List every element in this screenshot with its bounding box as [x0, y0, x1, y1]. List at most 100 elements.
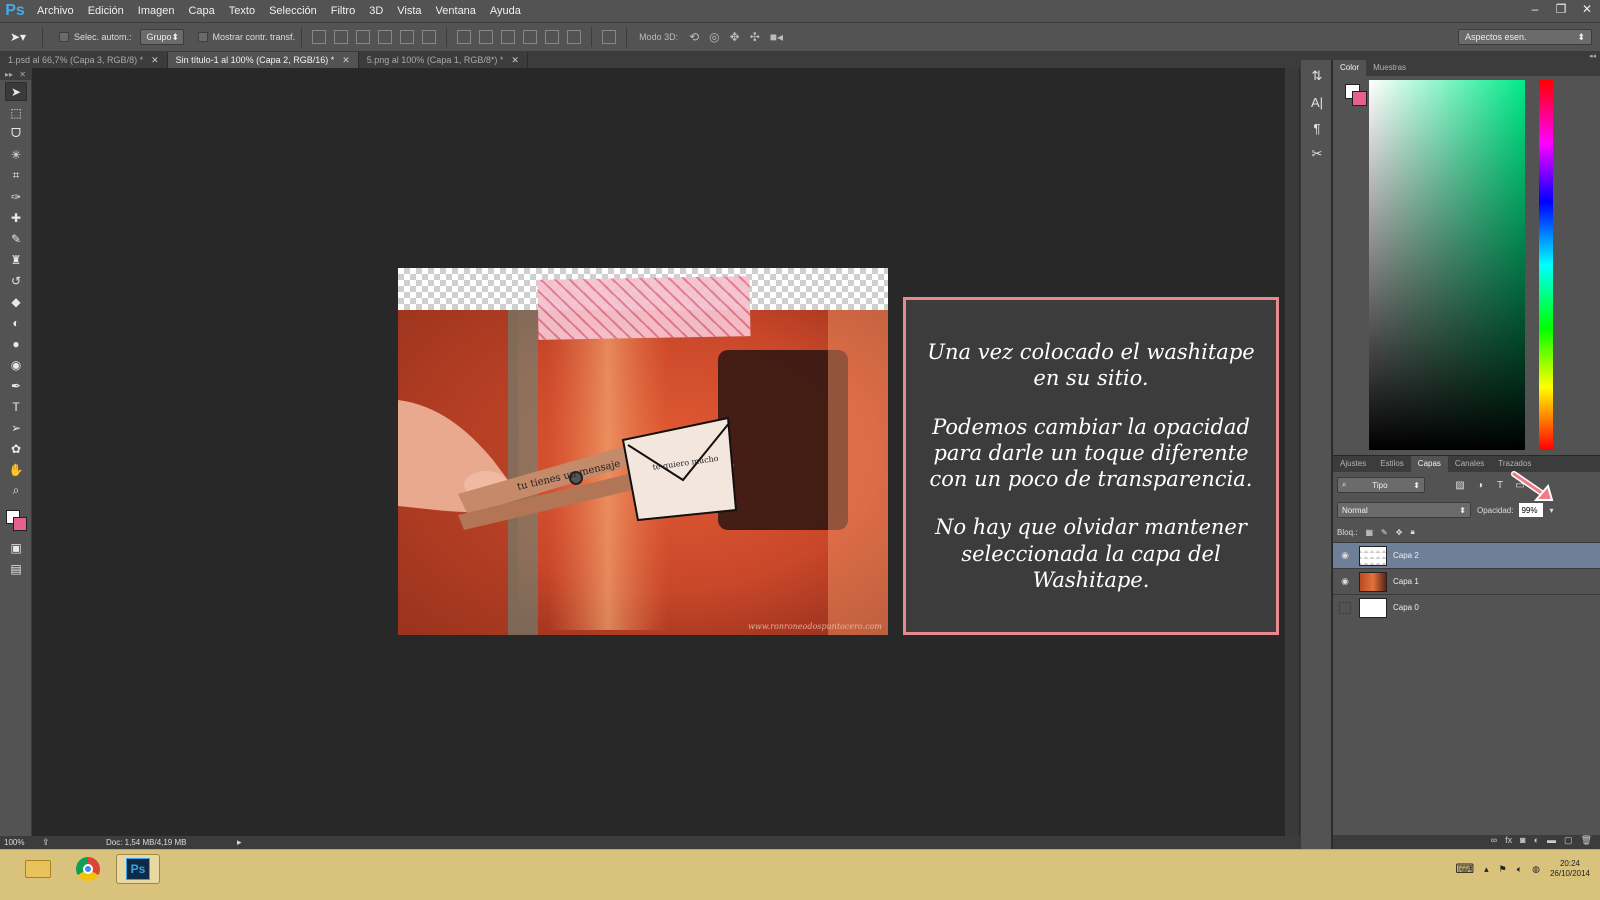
tab-layers[interactable]: Capas — [1410, 456, 1448, 472]
zoom-level[interactable]: 100% — [4, 838, 24, 847]
tab-doc-3[interactable]: 5.png al 100% (Capa 1, RGB/8*) * ✕ — [359, 52, 528, 68]
lock-paint-icon[interactable]: ✎ — [1381, 528, 1388, 537]
filter-pixel-icon[interactable]: ▨ — [1453, 478, 1467, 492]
minimize-button[interactable]: – — [1522, 0, 1548, 18]
distribute-vcenter-icon[interactable] — [479, 30, 494, 44]
close-icon[interactable]: ✕ — [342, 55, 350, 66]
eraser-tool-icon[interactable]: ◆ — [5, 292, 27, 311]
menu-seleccion[interactable]: Selección — [262, 0, 324, 22]
align-right-icon[interactable] — [422, 30, 437, 44]
drag-3d-icon[interactable]: ✥ — [730, 30, 740, 44]
magic-wand-tool-icon[interactable]: ✳ — [5, 145, 27, 164]
new-layer-icon[interactable]: ▢ — [1564, 835, 1573, 849]
auto-align-icon[interactable] — [602, 30, 617, 44]
tab-styles[interactable]: Estilos — [1373, 456, 1411, 472]
align-left-icon[interactable] — [378, 30, 393, 44]
menu-ventana[interactable]: Ventana — [429, 0, 483, 22]
menu-texto[interactable]: Texto — [222, 0, 262, 22]
move-tool-icon[interactable]: ➤ — [5, 82, 27, 101]
color-picker-field[interactable] — [1369, 80, 1525, 450]
paragraph-panel-icon[interactable]: ¶ — [1306, 118, 1328, 138]
stamp-tool-icon[interactable]: ♜ — [5, 250, 27, 269]
tab-doc-1[interactable]: 1.psd al 66,7% (Capa 3, RGB/8) * ✕ — [0, 52, 168, 68]
history-panel-icon[interactable]: ⇅ — [1306, 66, 1328, 86]
scale-3d-icon[interactable]: ■◂ — [770, 30, 783, 44]
folder-icon[interactable]: ▬ — [1547, 835, 1556, 849]
shape-tool-icon[interactable]: ✿ — [5, 439, 27, 458]
distribute-right-icon[interactable] — [567, 30, 582, 44]
tab-color[interactable]: Color — [1333, 60, 1367, 76]
tab-adjustments[interactable]: Ajustes — [1333, 456, 1373, 472]
panel-background-swatch[interactable] — [1352, 91, 1367, 106]
paint-bucket-tool-icon[interactable]: ◐ — [5, 313, 27, 332]
layer-filter-dropdown[interactable]: ⌕ Tipo ⬍ — [1337, 477, 1425, 493]
tab-doc-2[interactable]: Sin título-1 al 100% (Capa 2, RGB/16) * ✕ — [167, 52, 359, 68]
pen-tool-icon[interactable]: ✒ — [5, 376, 27, 395]
zoom-tool-icon[interactable]: ⌕ — [5, 481, 27, 500]
network-icon[interactable]: ◍ — [1532, 864, 1540, 875]
photoshop-taskbar-button[interactable]: Ps — [116, 854, 160, 884]
layer-row[interactable]: ◉ Capa 0 — [1333, 594, 1600, 620]
explorer-icon[interactable] — [16, 854, 60, 884]
marquee-tool-icon[interactable]: ⬚ — [5, 103, 27, 122]
lock-all-icon[interactable]: 🔒︎ — [1410, 527, 1414, 537]
type-tool-icon[interactable]: T — [5, 397, 27, 416]
collapse-icon[interactable]: ▸▸ — [5, 70, 13, 79]
checkbox-box[interactable] — [197, 32, 208, 42]
move-tool-preset-icon[interactable]: ➤▾ — [0, 30, 36, 44]
blur-tool-icon[interactable]: ● — [5, 334, 27, 353]
history-brush-tool-icon[interactable]: ↺ — [5, 271, 27, 290]
auto-select-checkbox[interactable]: Selec. autom.: — [59, 32, 132, 42]
link-icon[interactable]: ∞ — [1491, 835, 1497, 849]
close-button[interactable]: ✕ — [1574, 0, 1600, 18]
eyedropper-tool-icon[interactable]: ✑ — [5, 187, 27, 206]
restore-button[interactable]: ❐ — [1548, 0, 1574, 18]
close-icon[interactable]: ✕ — [19, 70, 26, 79]
layer-row[interactable]: ◉ Capa 1 — [1333, 568, 1600, 594]
fx-icon[interactable]: fx — [1505, 835, 1512, 849]
menu-3d[interactable]: 3D — [362, 0, 390, 22]
character-panel-icon[interactable]: A| — [1306, 92, 1328, 112]
menu-edicion[interactable]: Edición — [81, 0, 131, 22]
checkbox-box[interactable] — [59, 32, 69, 42]
opacity-dropdown-icon[interactable]: ▾ — [1549, 506, 1553, 515]
menu-filtro[interactable]: Filtro — [324, 0, 362, 22]
hue-slider[interactable] — [1539, 80, 1553, 450]
align-hcenter-icon[interactable] — [400, 30, 415, 44]
close-icon[interactable]: ✕ — [511, 55, 519, 66]
distribute-hcenter-icon[interactable] — [545, 30, 560, 44]
filter-type-icon[interactable]: T — [1493, 478, 1507, 492]
eye-hidden-icon[interactable]: ◉ — [1339, 601, 1351, 614]
export-icon[interactable]: ⇪ — [42, 837, 50, 848]
keyboard-icon[interactable]: ⌨ — [1455, 861, 1474, 877]
layer-row[interactable]: ◉ Capa 2 — [1333, 542, 1600, 568]
vertical-scrollbar[interactable] — [1285, 68, 1299, 836]
filter-adjustment-icon[interactable]: ◑ — [1473, 478, 1487, 492]
status-menu-arrow-icon[interactable]: ▸ — [237, 837, 242, 848]
rotate-3d-icon[interactable]: ⟲ — [689, 30, 699, 44]
menu-archivo[interactable]: Archivo — [30, 0, 81, 22]
eye-icon[interactable]: ◉ — [1337, 548, 1353, 564]
mask-icon[interactable]: ◙ — [1520, 835, 1525, 849]
align-bottom-icon[interactable] — [356, 30, 371, 44]
distribute-bottom-icon[interactable] — [501, 30, 516, 44]
workspace-dropdown[interactable]: Aspectos esen. ⬍ — [1458, 29, 1592, 45]
distribute-top-icon[interactable] — [457, 30, 472, 44]
chrome-icon[interactable] — [66, 854, 110, 884]
crop-tool-icon[interactable]: ⌗ — [5, 166, 27, 185]
distribute-left-icon[interactable] — [523, 30, 538, 44]
hand-tool-icon[interactable]: ✋ — [5, 460, 27, 479]
quick-mask-icon[interactable]: ▣ — [5, 538, 27, 557]
healing-brush-tool-icon[interactable]: ✚ — [5, 208, 27, 227]
lock-position-icon[interactable]: ✥ — [1396, 528, 1403, 537]
eye-icon[interactable]: ◉ — [1337, 574, 1353, 590]
background-color-swatch[interactable] — [13, 517, 27, 531]
trash-icon[interactable]: 🗑︎ — [1581, 835, 1592, 849]
slide-3d-icon[interactable]: ✣ — [750, 30, 760, 44]
adjustment-icon[interactable]: ◐ — [1534, 835, 1539, 849]
menu-vista[interactable]: Vista — [390, 0, 428, 22]
align-top-icon[interactable] — [312, 30, 327, 44]
document-canvas[interactable]: tu tienes un mensaje te quiero mucho www… — [398, 268, 888, 635]
tray-expand-icon[interactable]: ▴ — [1484, 864, 1489, 875]
menu-capa[interactable]: Capa — [181, 0, 221, 22]
